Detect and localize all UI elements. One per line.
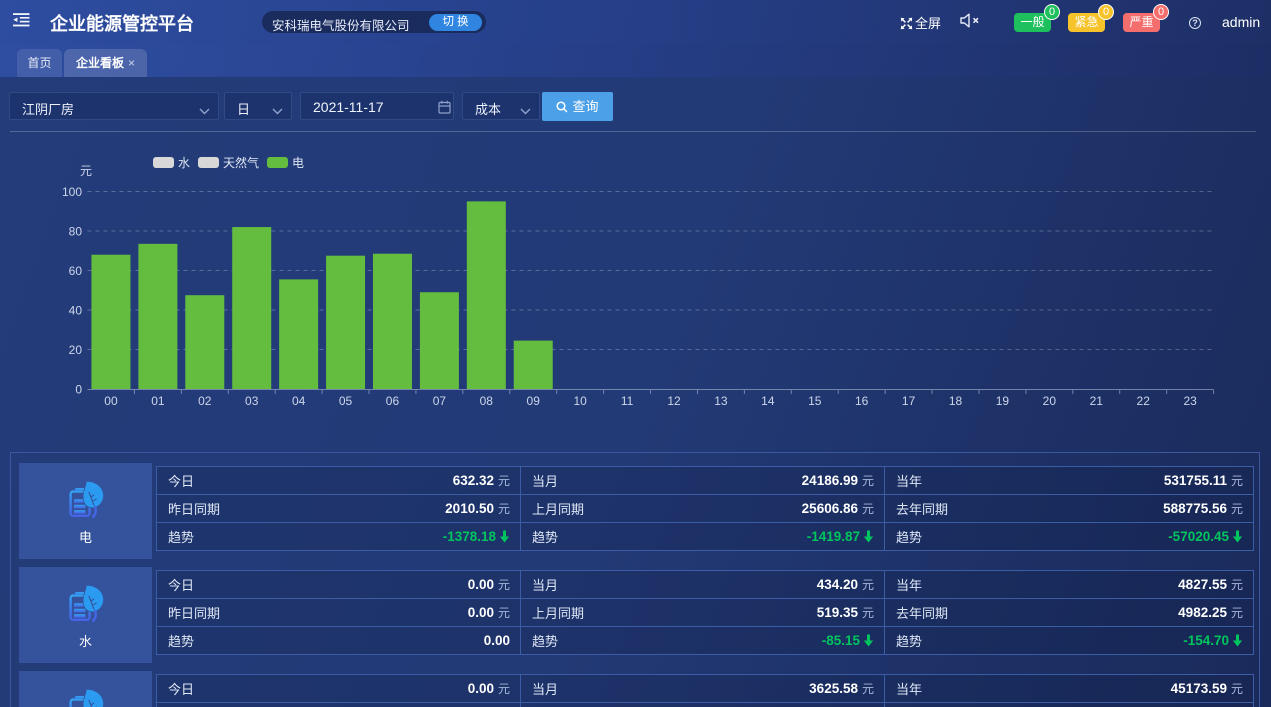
svg-text:01: 01 [151, 394, 165, 408]
svg-text:18: 18 [949, 394, 963, 408]
svg-text:20: 20 [1043, 394, 1057, 408]
svg-text:03: 03 [245, 394, 259, 408]
svg-text:08: 08 [480, 394, 494, 408]
svg-text:22: 22 [1137, 394, 1151, 408]
svg-text:23: 23 [1183, 394, 1197, 408]
svg-text:元: 元 [80, 164, 92, 178]
svg-text:19: 19 [996, 394, 1010, 408]
svg-text:06: 06 [386, 394, 400, 408]
svg-text:21: 21 [1090, 394, 1104, 408]
svg-text:12: 12 [667, 394, 681, 408]
svg-text:20: 20 [69, 343, 83, 357]
svg-text:17: 17 [902, 394, 916, 408]
svg-text:40: 40 [69, 304, 83, 318]
svg-text:60: 60 [69, 264, 83, 278]
svg-text:07: 07 [433, 394, 447, 408]
svg-text:0: 0 [75, 383, 82, 397]
svg-text:10: 10 [573, 394, 587, 408]
svg-text:13: 13 [714, 394, 728, 408]
svg-text:80: 80 [69, 225, 83, 239]
svg-text:14: 14 [761, 394, 775, 408]
svg-text:16: 16 [855, 394, 869, 408]
svg-text:100: 100 [62, 185, 82, 199]
svg-text:15: 15 [808, 394, 822, 408]
svg-text:04: 04 [292, 394, 306, 408]
svg-text:05: 05 [339, 394, 353, 408]
svg-text:00: 00 [104, 394, 118, 408]
svg-text:02: 02 [198, 394, 212, 408]
svg-text:11: 11 [621, 394, 634, 408]
svg-text:09: 09 [527, 394, 541, 408]
